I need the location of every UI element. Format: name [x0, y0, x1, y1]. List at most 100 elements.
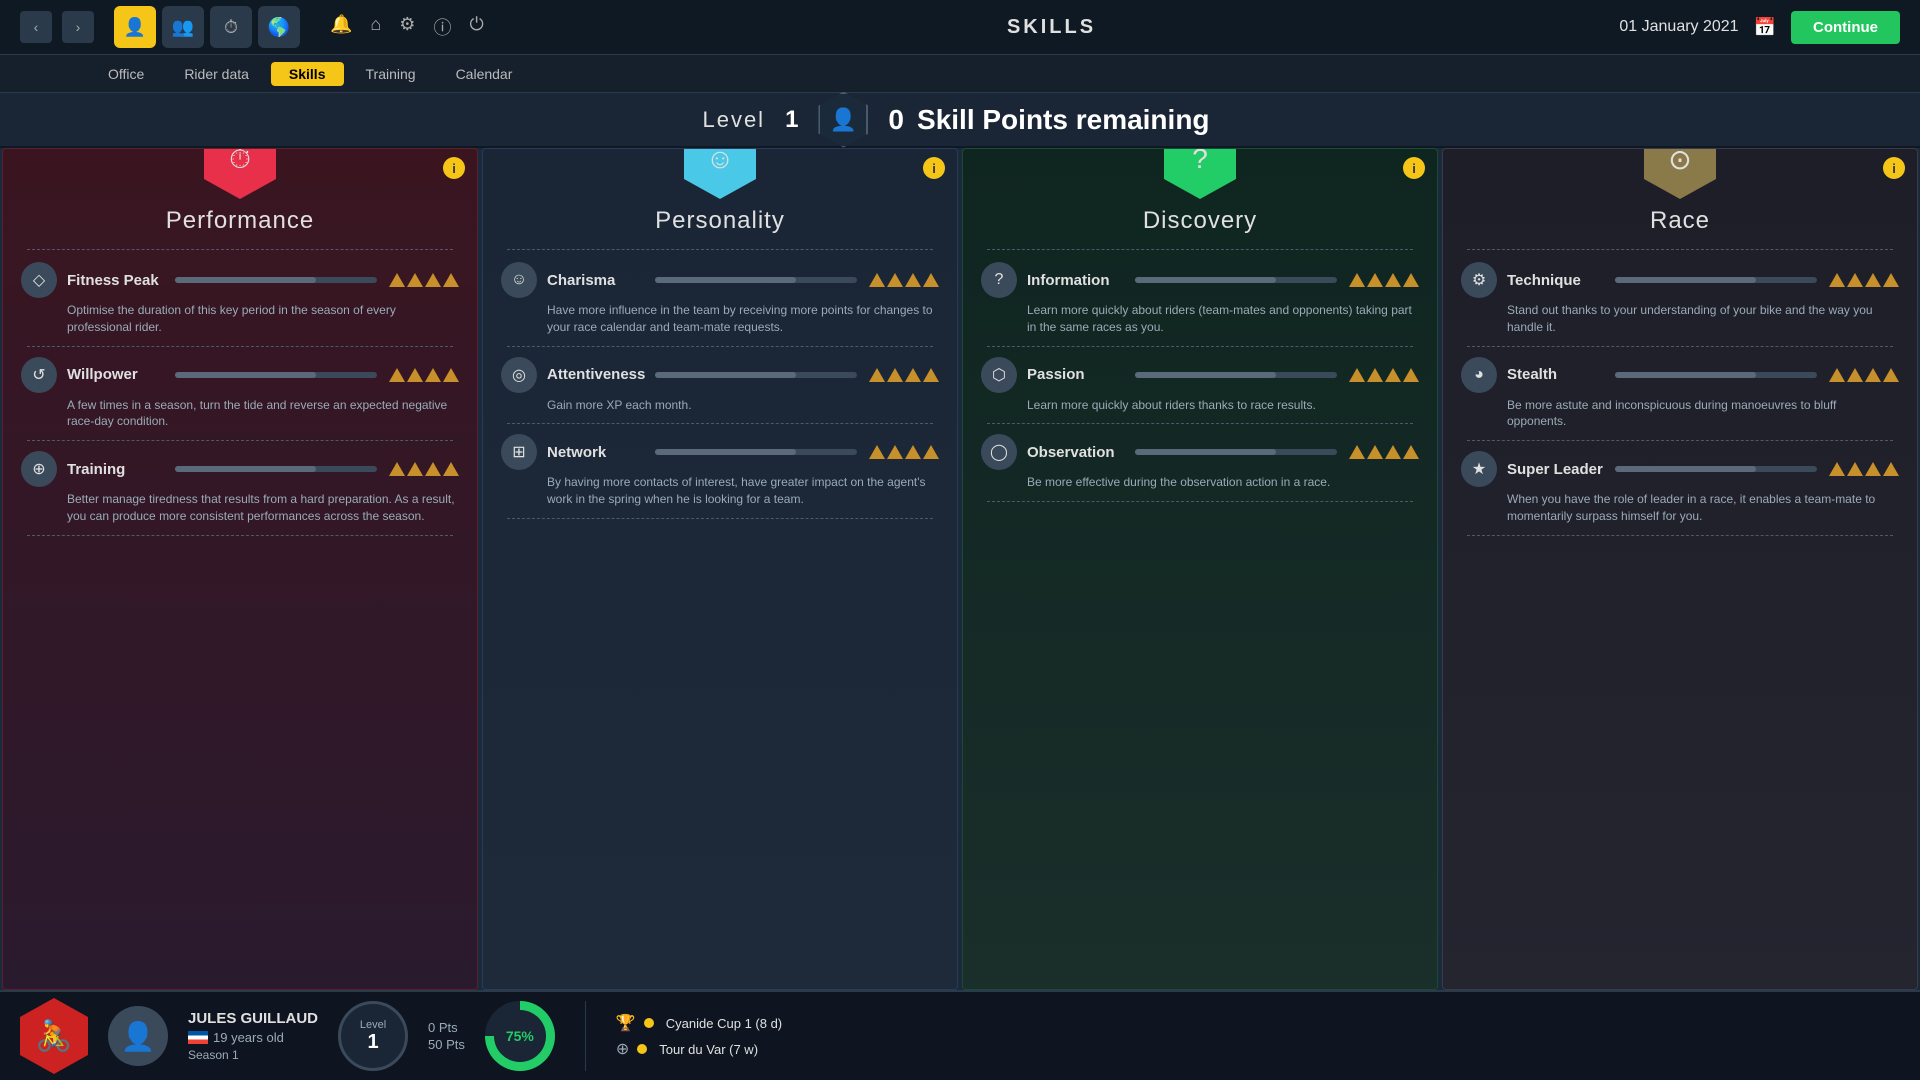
- pts-current: 0 Pts: [428, 1020, 465, 1035]
- information-name: Information: [1027, 272, 1127, 289]
- training-triangles: [389, 462, 459, 476]
- rider-team-hex: 🚴: [20, 998, 88, 1074]
- rider-name: JULES GUILLAUD: [188, 1010, 318, 1027]
- card-race: ⊙ i Race ⚙ Technique Stand out thanks to…: [1442, 148, 1918, 990]
- skill-row-fitness-peak: ◇ Fitness Peak Optimise the duration of …: [3, 256, 477, 342]
- fitness-peak-name: Fitness Peak: [67, 272, 167, 289]
- rider-info: JULES GUILLAUD 19 years old Season 1: [188, 1010, 318, 1062]
- subnav-skills[interactable]: Skills: [271, 62, 344, 86]
- rider-avatar: 👤: [108, 1006, 168, 1066]
- charisma-desc: Have more influence in the team by recei…: [501, 302, 939, 336]
- rider-season: Season 1: [188, 1048, 318, 1062]
- calendar-icon[interactable]: 📅: [1754, 17, 1776, 38]
- power-icon[interactable]: ⏻: [469, 14, 483, 40]
- nav-rider-icon[interactable]: 👤: [114, 6, 156, 48]
- passion-triangles: [1349, 368, 1419, 382]
- super-leader-icon: ★: [1461, 451, 1497, 487]
- charisma-triangles: [869, 273, 939, 287]
- training-desc: Better manage tiredness that results fro…: [21, 491, 459, 525]
- avatar-hexagon: 👤: [818, 92, 868, 148]
- rider-flag: [188, 1031, 208, 1044]
- race-label-0: Cyanide Cup 1 (8 d): [666, 1016, 782, 1031]
- card-discovery: ? i Discovery ? Information Learn more q…: [962, 148, 1438, 990]
- stealth-name: Stealth: [1507, 366, 1607, 383]
- information-desc: Learn more quickly about riders (team-ma…: [981, 302, 1419, 336]
- willpower-triangles: [389, 368, 459, 382]
- attentiveness-desc: Gain more XP each month.: [501, 397, 939, 414]
- fitness-peak-desc: Optimise the duration of this key period…: [21, 302, 459, 336]
- training-icon: ⊕: [21, 451, 57, 487]
- skill-row-willpower: ↺ Willpower A few times in a season, tur…: [3, 351, 477, 437]
- passion-desc: Learn more quickly about riders thanks t…: [981, 397, 1419, 414]
- skill-row-passion: ⬡ Passion Learn more quickly about rider…: [963, 351, 1437, 420]
- nav-clock-icon[interactable]: ⏱: [210, 6, 252, 48]
- bottom-level-label: Level: [360, 1019, 386, 1031]
- network-name: Network: [547, 444, 647, 461]
- race-label-1: Tour du Var (7 w): [659, 1042, 758, 1057]
- card-personality: ☺ i Personality ☺ Charisma Have more inf…: [482, 148, 958, 990]
- subnav-calendar[interactable]: Calendar: [438, 62, 531, 86]
- card-performance: ⏱ i Performance ◇ Fitness Peak Optimise …: [2, 148, 478, 990]
- date-display: 01 January 2021: [1619, 18, 1738, 36]
- skill-row-charisma: ☺ Charisma Have more influence in the te…: [483, 256, 957, 342]
- technique-icon: ⚙: [1461, 262, 1497, 298]
- network-icon: ⊞: [501, 434, 537, 470]
- level-bar: Level 1 👤 0 Skill Points remaining: [0, 93, 1920, 148]
- subnav-office[interactable]: Office: [90, 62, 162, 86]
- pts-info: 0 Pts 50 Pts: [428, 1020, 465, 1052]
- level-label: Level: [702, 107, 765, 133]
- performance-hex-icon: ⏱: [204, 148, 276, 199]
- pts-total: 50 Pts: [428, 1037, 465, 1052]
- willpower-name: Willpower: [67, 366, 167, 383]
- discovery-info-badge[interactable]: i: [1403, 157, 1425, 179]
- race-info-badge[interactable]: i: [1883, 157, 1905, 179]
- info-icon[interactable]: ⓘ: [433, 14, 451, 40]
- nav-globe-icon[interactable]: 🌎: [258, 6, 300, 48]
- skill-row-information: ? Information Learn more quickly about r…: [963, 256, 1437, 342]
- performance-divider: [27, 249, 454, 250]
- passion-name: Passion: [1027, 366, 1127, 383]
- skill-row-training: ⊕ Training Better manage tiredness that …: [3, 445, 477, 531]
- level-value: 1: [785, 106, 798, 134]
- fitness-peak-triangles: [389, 273, 459, 287]
- bottom-divider: [585, 1001, 586, 1071]
- race-item-1: ⊕ Tour du Var (7 w): [616, 1039, 1900, 1059]
- card-performance-header: ⏱ i Performance: [3, 149, 477, 256]
- training-name: Training: [67, 461, 167, 478]
- information-icon: ?: [981, 262, 1017, 298]
- charisma-icon: ☺: [501, 262, 537, 298]
- race-dot-0: [644, 1018, 654, 1028]
- nav-forward-button[interactable]: ›: [62, 11, 94, 43]
- skill-row-network: ⊞ Network By having more contacts of int…: [483, 428, 957, 514]
- fitness-peak-icon: ◇: [21, 262, 57, 298]
- stealth-icon: ◕: [1461, 357, 1497, 393]
- super-leader-desc: When you have the role of leader in a ra…: [1461, 491, 1899, 525]
- progress-pct: 75%: [494, 1010, 546, 1062]
- bottom-level-value: 1: [367, 1031, 378, 1054]
- discovery-divider: [987, 249, 1414, 250]
- top-bar-left: ‹ › 👤 👥 ⏱ 🌎 🔔 ⌂ ⚙ ⓘ ⏻: [20, 6, 484, 48]
- technique-desc: Stand out thanks to your understanding o…: [1461, 302, 1899, 336]
- settings-icon[interactable]: ⚙: [399, 14, 415, 40]
- continue-button[interactable]: Continue: [1791, 11, 1900, 44]
- personality-info-badge[interactable]: i: [923, 157, 945, 179]
- race-hex-icon: ⊙: [1644, 148, 1716, 199]
- observation-desc: Be more effective during the observation…: [981, 474, 1419, 491]
- skill-row-attentiveness: ◎ Attentiveness Gain more XP each month.: [483, 351, 957, 420]
- super-leader-triangles: [1829, 462, 1899, 476]
- bell-icon[interactable]: 🔔: [330, 14, 352, 40]
- performance-info-badge[interactable]: i: [443, 157, 465, 179]
- skill-points-display: 0 Skill Points remaining: [888, 104, 1217, 136]
- race-item-0: 🏆 Cyanide Cup 1 (8 d): [616, 1013, 1900, 1033]
- subnav-training[interactable]: Training: [348, 62, 434, 86]
- nav-team-icon[interactable]: 👥: [162, 6, 204, 48]
- subnav-rider-data[interactable]: Rider data: [166, 62, 267, 86]
- home-icon[interactable]: ⌂: [370, 14, 381, 40]
- discovery-hex-icon: ?: [1164, 148, 1236, 199]
- skill-row-observation: ◯ Observation Be more effective during t…: [963, 428, 1437, 497]
- card-discovery-header: ? i Discovery: [963, 149, 1437, 256]
- nav-back-button[interactable]: ‹: [20, 11, 52, 43]
- skill-points-label: Skill Points remaining: [917, 104, 1210, 135]
- race-title: Race: [1650, 207, 1710, 235]
- nav-icons: 👤 👥 ⏱ 🌎: [114, 6, 300, 48]
